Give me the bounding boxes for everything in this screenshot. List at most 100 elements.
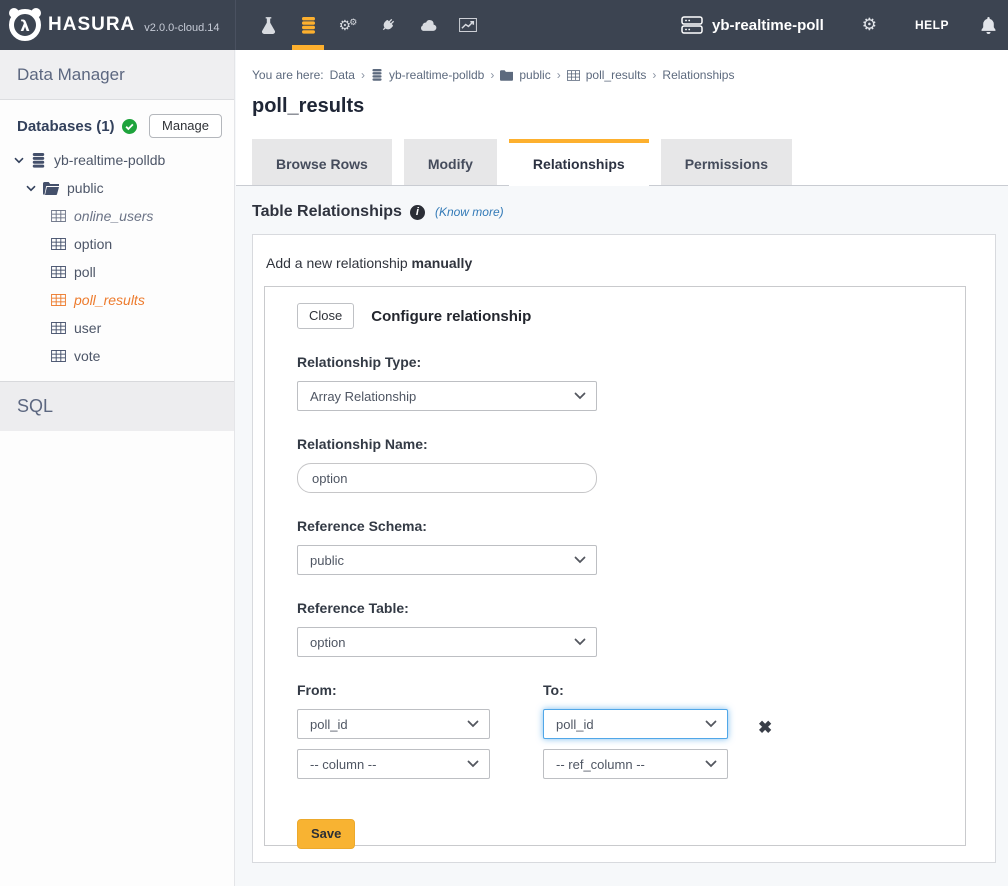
chevron-down-icon: [705, 760, 717, 768]
page-title: poll_results: [252, 95, 992, 118]
to-column-select-focused[interactable]: poll_id: [543, 709, 728, 739]
nav-data-database-icon[interactable]: [288, 0, 328, 50]
breadcrumb-separator: ›: [652, 68, 656, 82]
folder-icon: [43, 182, 59, 195]
hasura-logo-icon: λ: [6, 6, 44, 42]
brand-name: HASURA: [48, 14, 135, 36]
configure-title: Configure relationship: [371, 308, 531, 325]
tree-table-online_users[interactable]: online_users: [0, 202, 234, 230]
tree-table-poll_results-selected[interactable]: poll_results: [0, 286, 234, 314]
breadcrumb-table[interactable]: poll_results: [586, 68, 647, 82]
sidebar-sql-section[interactable]: SQL: [0, 381, 234, 431]
panel-intro: Add a new relationship manually: [264, 248, 983, 286]
connected-check-icon: [122, 119, 137, 134]
tab-permissions[interactable]: Permissions: [661, 139, 792, 185]
from-label: From:: [297, 682, 490, 698]
tree-table-poll[interactable]: poll: [0, 258, 234, 286]
reference-schema-label: Reference Schema:: [297, 518, 965, 534]
breadcrumb-prefix: You are here:: [252, 68, 324, 82]
table-name: poll_results: [74, 292, 145, 308]
reference-table-label: Reference Table:: [297, 600, 965, 616]
info-icon: i: [410, 205, 425, 220]
remove-mapping-x-icon[interactable]: ✖: [758, 682, 772, 779]
reference-schema-field: Reference Schema: public: [297, 518, 965, 575]
breadcrumb-separator: ›: [490, 68, 494, 82]
relationship-name-label: Relationship Name:: [297, 436, 965, 452]
breadcrumb-schema[interactable]: public: [519, 68, 550, 82]
section-header: Table Relationships i (Know more): [252, 203, 996, 221]
breadcrumb-data[interactable]: Data: [330, 68, 355, 82]
version-label: v2.0.0-cloud.14: [144, 22, 219, 34]
breadcrumb-database[interactable]: yb-realtime-polldb: [389, 68, 484, 82]
table-name: poll: [74, 264, 96, 280]
table-grid-icon: [51, 210, 66, 222]
chevron-down-icon: [574, 638, 586, 646]
table-grid-icon: [51, 266, 66, 278]
configure-header: Close Configure relationship: [297, 303, 965, 329]
configure-relationship-box: Close Configure relationship Relationshi…: [264, 286, 966, 846]
table-grid-icon: [51, 238, 66, 250]
tab-browse-rows[interactable]: Browse Rows: [252, 139, 392, 185]
close-button[interactable]: Close: [297, 303, 354, 329]
folder-icon: [500, 70, 513, 81]
tree-schema-item[interactable]: public: [0, 174, 234, 202]
help-link[interactable]: HELP: [915, 18, 949, 32]
reference-table-select[interactable]: option: [297, 627, 597, 657]
relationship-type-select[interactable]: Array Relationship: [297, 381, 597, 411]
table-grid-icon: [51, 294, 66, 306]
chevron-down-icon[interactable]: [14, 157, 24, 164]
breadcrumb: You are here: Data › yb-realtime-polldb …: [252, 68, 992, 82]
manage-button[interactable]: Manage: [149, 114, 222, 138]
svg-text:λ: λ: [20, 17, 30, 35]
database-icon: [371, 69, 383, 81]
section-title: Table Relationships: [252, 203, 402, 221]
nav-remote-schemas-plug-icon[interactable]: [368, 0, 408, 50]
table-grid-icon: [51, 350, 66, 362]
reference-schema-value: public: [310, 553, 344, 568]
nav-api-flask-icon[interactable]: [248, 0, 288, 50]
tab-modify[interactable]: Modify: [404, 139, 497, 185]
database-icon: [31, 153, 46, 168]
tab-relationships[interactable]: Relationships: [509, 139, 649, 186]
nav-monitoring-chart-icon[interactable]: [448, 0, 488, 50]
server-icon: [681, 16, 703, 34]
tree-table-vote[interactable]: vote: [0, 342, 234, 370]
nav-events-cloud-icon[interactable]: [408, 0, 448, 50]
from-column-select[interactable]: poll_id: [297, 709, 490, 739]
reference-schema-select[interactable]: public: [297, 545, 597, 575]
tree-table-option[interactable]: option: [0, 230, 234, 258]
from-column-placeholder-select[interactable]: -- column --: [297, 749, 490, 779]
main-header-area: You are here: Data › yb-realtime-polldb …: [236, 50, 1008, 186]
from-column: From: poll_id -- column --: [297, 682, 490, 779]
tree-table-user[interactable]: user: [0, 314, 234, 342]
chevron-down-icon[interactable]: [26, 185, 36, 192]
chevron-down-icon: [574, 556, 586, 564]
relationship-name-field: Relationship Name:: [297, 436, 965, 493]
intro-bold: manually: [412, 255, 473, 271]
schema-tree: yb-realtime-polldb public online_users o…: [0, 146, 234, 370]
databases-label: Databases (1): [17, 118, 115, 135]
reference-table-field: Reference Table: option: [297, 600, 965, 657]
save-button[interactable]: Save: [297, 819, 355, 849]
table-grid-icon: [51, 322, 66, 334]
to-column-placeholder: -- ref_column --: [556, 757, 645, 772]
table-tabs: Browse Rows Modify Relationships Permiss…: [236, 139, 1008, 186]
tree-database-item[interactable]: yb-realtime-polldb: [0, 146, 234, 174]
to-column-placeholder-select[interactable]: -- ref_column --: [543, 749, 728, 779]
relationship-name-input[interactable]: [297, 463, 597, 493]
project-name: yb-realtime-poll: [712, 17, 824, 34]
project-switcher[interactable]: yb-realtime-poll: [681, 16, 824, 34]
table-grid-icon: [567, 70, 580, 81]
settings-gear-icon[interactable]: ⚙: [862, 15, 877, 35]
relationship-type-value: Array Relationship: [310, 389, 416, 404]
brand-area[interactable]: λ HASURA v2.0.0-cloud.14: [0, 0, 236, 50]
navbar-right: yb-realtime-poll ⚙ HELP: [681, 0, 1008, 50]
know-more-link[interactable]: (Know more): [435, 205, 504, 219]
to-column-value: poll_id: [556, 717, 594, 732]
relationship-type-label: Relationship Type:: [297, 354, 965, 370]
nav-actions-gears-icon[interactable]: ⚙⚙: [328, 0, 368, 50]
top-navbar: λ HASURA v2.0.0-cloud.14 ⚙⚙: [0, 0, 1008, 50]
databases-row: Databases (1) Manage: [0, 100, 234, 146]
notifications-bell-icon[interactable]: [981, 17, 996, 34]
reference-table-value: option: [310, 635, 345, 650]
